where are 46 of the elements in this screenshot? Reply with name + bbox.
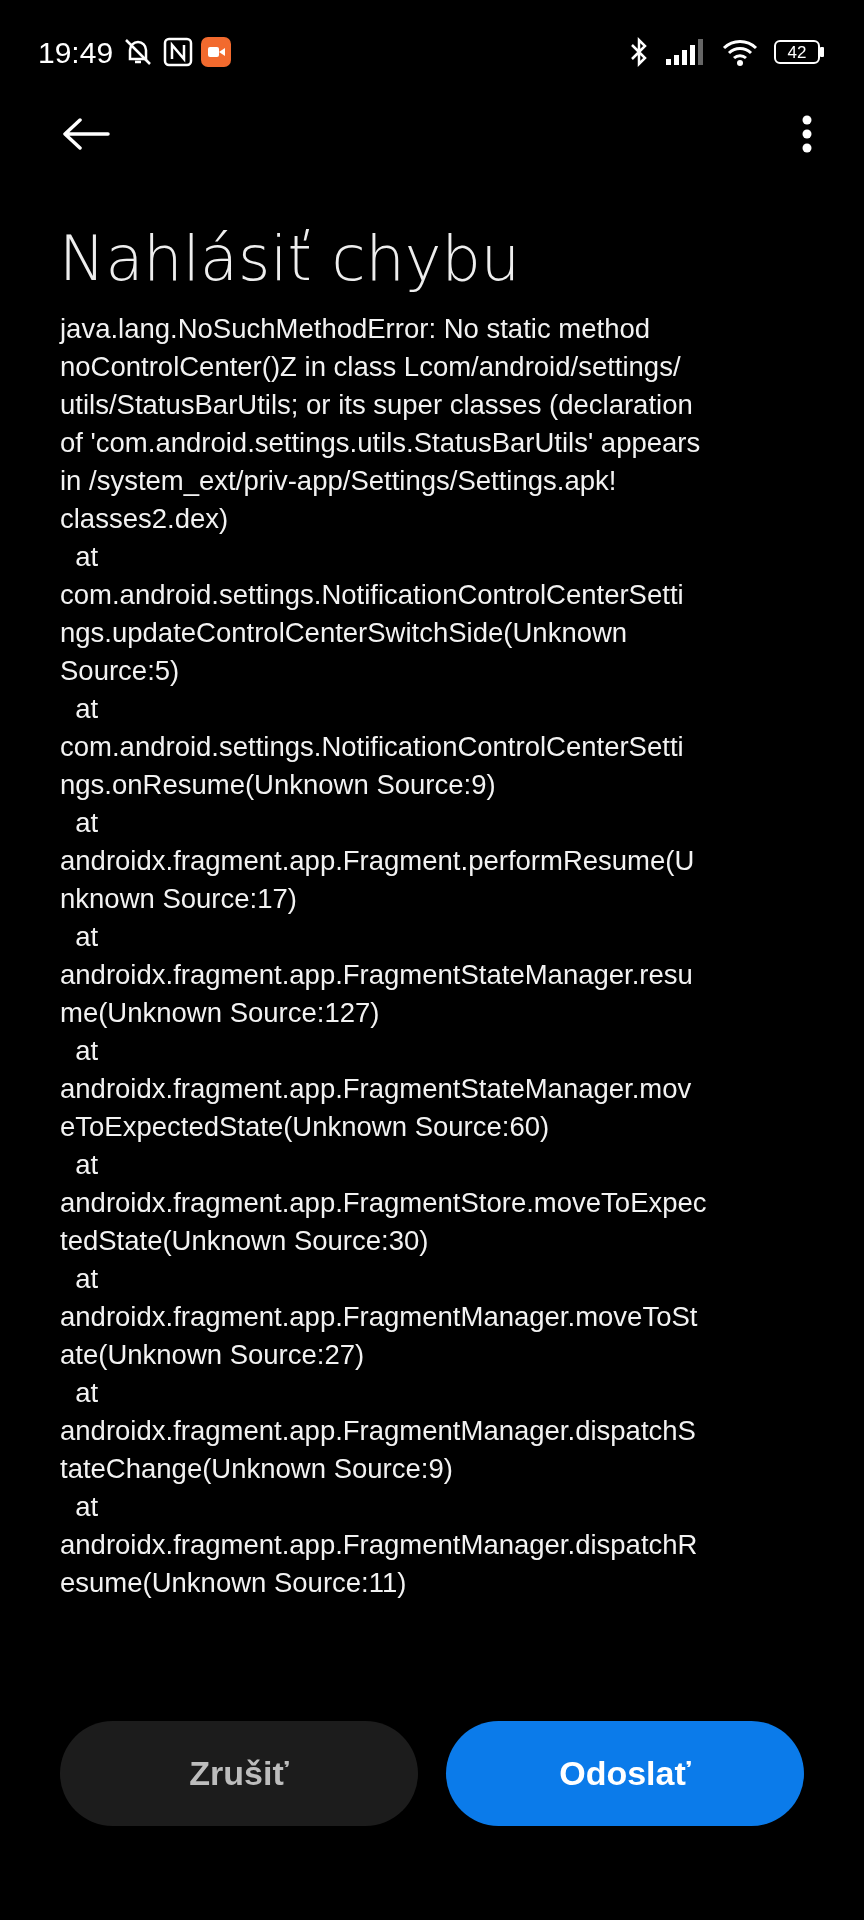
error-text-line: com.android.settings.NotificationControlCenterSetti [60,578,685,613]
error-text-line: esume(Unknown Source:11) [60,1566,408,1601]
error-text-line: tateChange(Unknown Source:9) [60,1452,454,1487]
error-text-line: androidx.fragment.app.FragmentStore.moveToExpec [60,1186,708,1221]
error-text-line: androidx.fragment.app.FragmentStateManager.mov [60,1072,693,1107]
error-text-line: at [74,1490,100,1525]
send-button[interactable]: Odoslať [446,1721,804,1826]
error-text-line: of 'com.android.settings.utils.StatusBarUtils' appears [60,426,702,461]
error-text-line: tedState(Unknown Source:30) [60,1224,430,1259]
error-text-line: nknown Source:17) [60,882,298,917]
error-text-line: at [74,920,100,955]
error-text-line: androidx.fragment.app.FragmentManager.moveToSt [60,1300,699,1335]
battery-level: 42 [774,40,820,64]
signal-icon [666,39,706,65]
error-text-line: at [74,540,100,575]
error-text-line: ngs.updateControlCenterSwitchSide(Unknown [60,616,629,651]
error-text-line: noControlCenter()Z in class Lcom/android/settings/ [60,350,682,385]
error-text-line: Source:5) [60,654,181,689]
error-text-line: java.lang.NoSuchMethodError: No static method [60,312,651,347]
error-text-line: at [74,1262,100,1297]
error-text-line: at [74,1034,100,1069]
video-camera-icon [201,37,232,67]
error-text-line: utils/StatusBarUtils; or its super classes (declaration [60,388,694,423]
cancel-button[interactable]: Zrušiť [60,1721,418,1826]
page-title: Nahlásiť chybu [59,222,522,297]
battery-tip-icon [820,47,824,57]
error-text-line: at [74,806,100,841]
error-text-line: androidx.fragment.app.FragmentManager.dispatchR [60,1528,699,1563]
error-text-line: at [74,1148,100,1183]
error-text-line: in /system_ext/priv-app/Settings/Settings.apk! [60,464,618,499]
error-text-line: at [74,692,100,727]
wifi-icon [722,38,758,66]
nfc-icon [163,37,194,67]
status-time: 19:49 [38,34,114,71]
error-text-line: com.android.settings.NotificationControlCenterSetti [60,730,685,765]
error-text-line: androidx.fragment.app.FragmentManager.dispatchS [60,1414,697,1449]
error-text-line: ngs.onResume(Unknown Source:9) [60,768,497,803]
back-arrow-icon[interactable] [62,118,110,150]
error-text-line: at [74,1376,100,1411]
more-options-icon[interactable] [802,115,812,153]
error-text-line: me(Unknown Source:127) [60,996,381,1031]
error-text-line: androidx.fragment.app.FragmentStateManager.resu [60,958,694,993]
error-text-line: ate(Unknown Source:27) [60,1338,366,1373]
error-text-line: eToExpectedState(Unknown Source:60) [60,1110,551,1145]
error-text-line: classes2.dex) [60,502,230,537]
error-text-line: androidx.fragment.app.Fragment.performResume(U [60,844,696,879]
